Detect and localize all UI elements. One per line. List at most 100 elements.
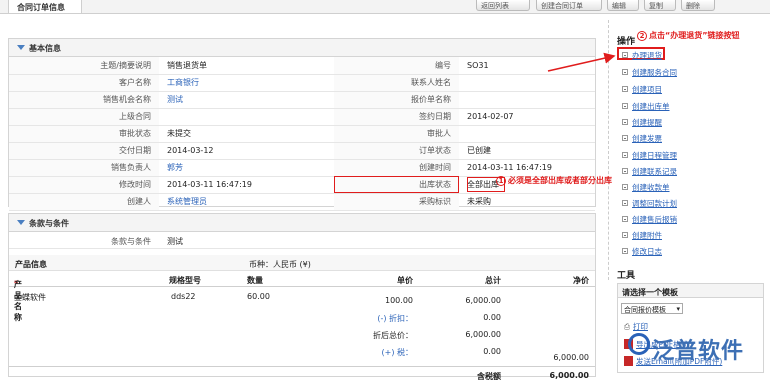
- delete-button[interactable]: 删除: [681, 0, 715, 11]
- sidebar-item-return[interactable]: 办理退货: [622, 50, 662, 61]
- terms-row: 条款与条件 测试: [9, 232, 595, 249]
- field-label: 销售机会名称: [9, 91, 159, 109]
- col-header-price: 单价: [397, 276, 413, 285]
- currency-label: 币种：人民币 (¥): [249, 260, 311, 269]
- template-select[interactable]: 合同报价模板 ▾: [621, 303, 683, 314]
- col-header-net: 净价: [573, 276, 589, 285]
- tax-link[interactable]: (+) 税：: [309, 347, 414, 358]
- top-toolbar: 合同订单信息 返回列表 创建合同订单 编辑 复制 删除: [0, 0, 770, 14]
- sidebar-item-label[interactable]: 创建项目: [632, 85, 662, 94]
- page-tab[interactable]: 合同订单信息: [8, 0, 82, 14]
- discount-link[interactable]: (-) 折扣：: [377, 314, 413, 323]
- sidebar-item-label[interactable]: 创建提醒: [632, 118, 662, 127]
- edit-button[interactable]: 编辑: [607, 0, 639, 11]
- parent-contract-value: [159, 108, 334, 126]
- customer-link[interactable]: 工商银行: [159, 74, 334, 92]
- basic-info-table: 主题/摘要说明 销售退货单 编号 SO31 客户名称 工商银行 联系人姓名 销售…: [9, 57, 595, 211]
- expand-box-icon: [622, 135, 628, 141]
- table-row: 销售负责人 郭芳 创建时间 2014-03-11 16:47:19: [9, 159, 595, 177]
- sidebar-item-contact-record[interactable]: 创建联系记录: [622, 166, 677, 177]
- printer-icon: ⎙: [624, 322, 630, 331]
- expand-box-icon: [622, 232, 628, 238]
- sidebar-item-expense[interactable]: 创建售后报销: [622, 214, 677, 225]
- terms-value: 测试: [167, 237, 183, 246]
- field-label: 编号: [334, 57, 459, 75]
- after-discount-label: 折后总价：: [373, 331, 413, 340]
- sidebar-item-attachment[interactable]: 创建附件: [622, 230, 662, 241]
- template-label: 请选择一个模板: [618, 284, 763, 298]
- field-label: 审批状态: [9, 125, 159, 143]
- copy-button[interactable]: 复制: [644, 0, 676, 11]
- owner-link[interactable]: 郭芳: [159, 159, 334, 177]
- sidebar-item-outbound[interactable]: 创建出库单: [622, 101, 670, 112]
- watermark-logo-icon: [628, 333, 650, 355]
- print-label[interactable]: 打印: [633, 322, 648, 331]
- field-label: 签约日期: [334, 108, 459, 126]
- sidebar-item-label[interactable]: 创建出库单: [632, 102, 670, 111]
- expand-box-icon: [622, 52, 628, 58]
- table-row: 上级合同 签约日期 2014-02-07: [9, 108, 595, 126]
- sidebar-item-schedule[interactable]: 创建日程管理: [622, 150, 677, 161]
- expand-box-icon: [622, 248, 628, 254]
- quote-value: [459, 91, 595, 109]
- sidebar-item-label[interactable]: 创建售后报销: [632, 215, 677, 224]
- terms-label: 条款与条件: [111, 237, 151, 246]
- product-spec: dds22: [171, 292, 196, 301]
- basic-info-header[interactable]: 基本信息: [9, 39, 595, 57]
- expand-box-icon: [622, 103, 628, 109]
- terms-panel: 条款与条件 条款与条件 测试 产品信息 币种：人民币 (¥) * 产品名称 规格型…: [8, 213, 596, 380]
- collapse-caret-icon[interactable]: [17, 45, 25, 50]
- collapse-caret-icon[interactable]: [17, 220, 25, 225]
- annotation-2: 2 点击“办理退货”链接按钮: [637, 30, 740, 41]
- col-header-spec: 规格型号: [169, 276, 201, 285]
- sidebar-item-label[interactable]: 办理退货: [632, 51, 662, 60]
- sidebar-divider: [608, 20, 609, 280]
- table-row: 审批状态 未提交 审批人: [9, 125, 595, 143]
- sidebar-item-label[interactable]: 创建服务合同: [632, 68, 677, 77]
- annotation-1-number: 1: [496, 176, 506, 186]
- field-label: 审批人: [334, 125, 459, 143]
- delivery-date-value: 2014-03-12: [159, 142, 334, 160]
- sidebar-item-label[interactable]: 创建联系记录: [632, 167, 677, 176]
- watermark: 泛普软件: [652, 339, 745, 364]
- opportunity-link[interactable]: 测试: [159, 91, 334, 109]
- sidebar-item-invoice[interactable]: 创建发票: [622, 133, 662, 144]
- after-discount-value: 6,000.00: [465, 330, 501, 339]
- sidebar-item-changelog[interactable]: 修改日志: [622, 246, 662, 257]
- operations-title: 操作: [617, 37, 636, 47]
- sidebar-item-label[interactable]: 调整回款计划: [632, 199, 677, 208]
- order-status-value: 已创建: [459, 142, 595, 160]
- sidebar-item-receipt[interactable]: 创建收款单: [622, 182, 670, 193]
- sidebar-item-label[interactable]: 创建收款单: [632, 183, 670, 192]
- terms-header[interactable]: 条款与条件: [9, 214, 595, 232]
- sidebar-item-service-contract[interactable]: 创建服务合同: [622, 67, 677, 78]
- tools-title: 工具: [617, 271, 636, 281]
- field-label: 交付日期: [9, 142, 159, 160]
- product-row: 金蝶软件 dds22 60.00 100.00 6,000.00 (-) 折扣：…: [9, 287, 595, 380]
- sidebar-item-label[interactable]: 修改日志: [632, 247, 662, 256]
- order-number-value: SO31: [459, 57, 595, 75]
- sidebar-item-reminder[interactable]: 创建提醒: [622, 117, 662, 128]
- field-label: 创建时间: [334, 159, 459, 177]
- sidebar-item-label[interactable]: 创建附件: [632, 231, 662, 240]
- create-order-button[interactable]: 创建合同订单: [536, 0, 602, 11]
- product-qty: 60.00: [247, 292, 270, 301]
- product-name: 金蝶软件: [14, 293, 46, 302]
- basic-info-title: 基本信息: [29, 44, 61, 53]
- creator-link[interactable]: 系统管理员: [159, 193, 334, 211]
- table-row: 销售机会名称 测试 报价单名称: [9, 91, 595, 109]
- sidebar-item-label[interactable]: 创建发票: [632, 134, 662, 143]
- expand-box-icon: [622, 184, 628, 190]
- sidebar-item-project[interactable]: 创建项目: [622, 84, 662, 95]
- product-total: 6,000.00: [465, 296, 501, 305]
- annotation-2-number: 2: [637, 31, 647, 41]
- tax-total-label: 含税额: [477, 372, 501, 380]
- discount-label[interactable]: (-) 折扣：: [309, 313, 413, 324]
- table-row: 主题/摘要说明 销售退货单 编号 SO31: [9, 57, 595, 75]
- divider: [9, 366, 595, 367]
- sidebar-item-label[interactable]: 创建日程管理: [632, 151, 677, 160]
- back-to-list-button[interactable]: 返回列表: [476, 0, 530, 11]
- sidebar-item-payment-plan[interactable]: 调整回款计划: [622, 198, 677, 209]
- print-link[interactable]: ⎙ 打印: [624, 321, 648, 332]
- field-label: 上级合同: [9, 108, 159, 126]
